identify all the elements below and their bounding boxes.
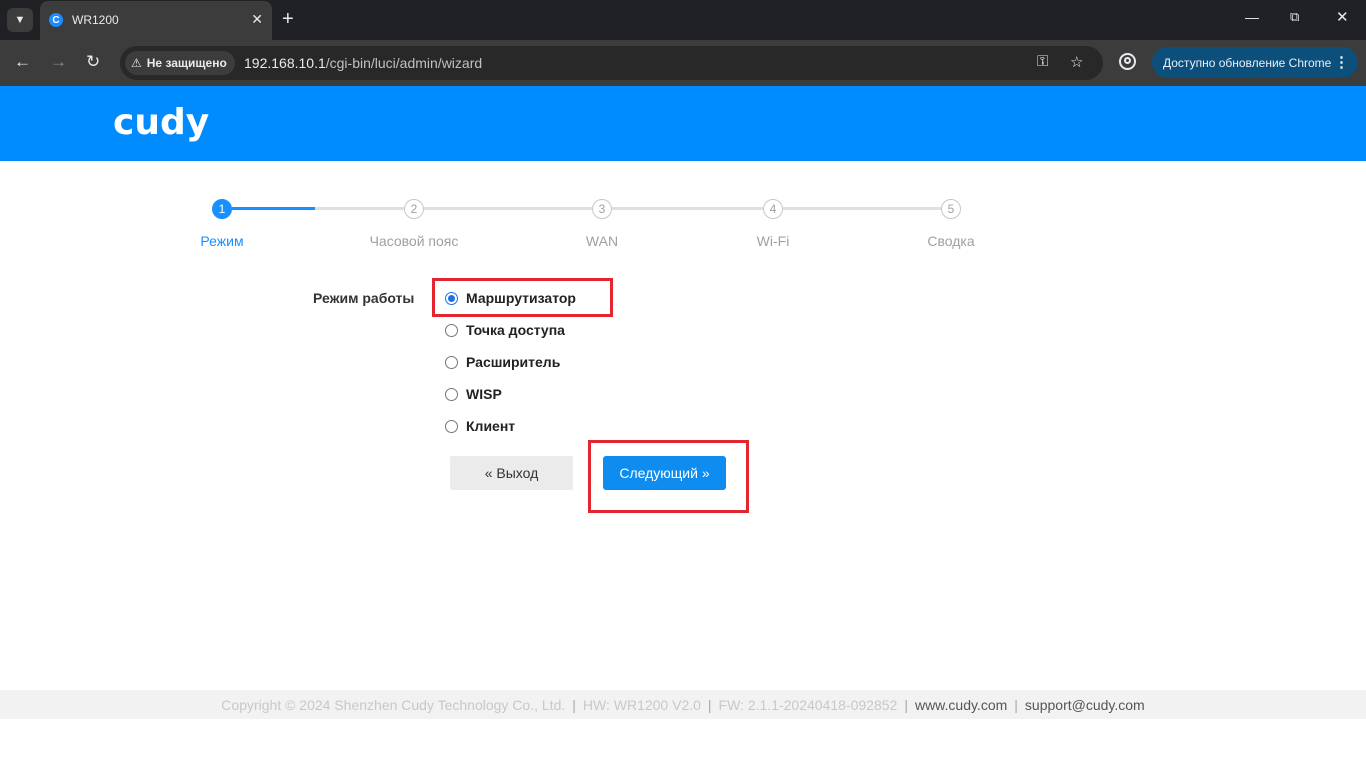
radio-unchecked-icon[interactable] bbox=[445, 387, 458, 401]
wizard-stepper: 1 2 3 4 5 Режим Часовой пояс WAN Wi-Fi С… bbox=[0, 195, 1366, 255]
bookmark-star-icon[interactable]: ☆ bbox=[1070, 53, 1083, 71]
mode-option-label: Расширитель bbox=[466, 354, 561, 370]
cudy-logo: cudy bbox=[113, 102, 210, 143]
url-text[interactable]: 192.168.10.1/cgi-bin/luci/admin/wizard bbox=[244, 55, 482, 71]
mode-option-label: WISP bbox=[466, 386, 502, 402]
minimize-icon[interactable]: — bbox=[1245, 9, 1259, 25]
profile-avatar-icon[interactable] bbox=[1119, 53, 1136, 70]
radio-unchecked-icon[interactable] bbox=[445, 355, 458, 369]
step-line bbox=[424, 207, 592, 210]
firmware-version: FW: 2.1.1-20240418-092852 bbox=[718, 696, 898, 713]
mode-option-wisp[interactable]: WISP bbox=[445, 384, 502, 404]
mode-option-access-point[interactable]: Точка доступа bbox=[445, 320, 565, 340]
copyright-text: Copyright © 2024 Shenzhen Cudy Technolog… bbox=[221, 696, 566, 713]
mode-option-label: Клиент bbox=[466, 418, 516, 434]
operating-mode-label: Режим работы bbox=[313, 290, 415, 306]
page-footer: Copyright © 2024 Shenzhen Cudy Technolog… bbox=[0, 690, 1366, 719]
step-line bbox=[783, 207, 941, 210]
step-1-label: Режим bbox=[200, 233, 244, 249]
close-window-icon[interactable]: ✕ bbox=[1336, 8, 1349, 26]
step-2-circle: 2 bbox=[404, 199, 424, 219]
back-arrow-icon[interactable]: ← bbox=[14, 52, 31, 72]
update-label: Доступно обновление Chrome bbox=[1163, 55, 1332, 70]
security-chip[interactable]: ⚠ Не защищено bbox=[125, 51, 235, 75]
step-3-label: WAN bbox=[585, 233, 619, 249]
hardware-version: HW: WR1200 V2.0 bbox=[582, 696, 701, 713]
step-line bbox=[612, 207, 763, 210]
step-5-circle: 5 bbox=[941, 199, 961, 219]
mode-option-client[interactable]: Клиент bbox=[445, 416, 515, 436]
address-bar[interactable]: ⚠ Не защищено 192.168.10.1/cgi-bin/luci/… bbox=[120, 46, 1103, 80]
mode-option-extender[interactable]: Расширитель bbox=[445, 352, 560, 372]
url-path: /cgi-bin/luci/admin/wizard bbox=[325, 55, 483, 71]
step-1-circle: 1 bbox=[212, 199, 232, 219]
footer-separator: | bbox=[904, 696, 908, 713]
radio-unchecked-icon[interactable] bbox=[445, 323, 458, 337]
step-line bbox=[315, 207, 404, 210]
forward-arrow-icon[interactable]: → bbox=[50, 52, 67, 72]
step-4-circle: 4 bbox=[763, 199, 783, 219]
browser-tab[interactable]: C WR1200 ✕ bbox=[40, 1, 272, 40]
next-button[interactable]: Следующий » bbox=[603, 456, 726, 490]
footer-separator: | bbox=[572, 696, 576, 713]
mode-option-label: Точка доступа bbox=[466, 322, 565, 338]
chrome-update-button[interactable]: Доступно обновление Chrome ⋮ bbox=[1152, 47, 1358, 78]
more-menu-icon[interactable]: ⋮ bbox=[1334, 53, 1349, 71]
website-link[interactable]: www.cudy.com bbox=[915, 697, 1007, 713]
step-4-label: Wi-Fi bbox=[756, 233, 790, 249]
page-header: cudy bbox=[0, 86, 1366, 161]
step-5-label: Сводка bbox=[927, 233, 975, 249]
footer-separator: | bbox=[1014, 696, 1018, 713]
new-tab-plus-icon[interactable]: + bbox=[282, 8, 294, 30]
cudy-favicon-icon: C bbox=[49, 13, 63, 27]
radio-unchecked-icon[interactable] bbox=[445, 419, 458, 433]
password-key-icon[interactable]: ⚿ bbox=[1037, 53, 1048, 70]
step-2-label: Часовой пояс bbox=[369, 233, 459, 249]
tab-title: WR1200 bbox=[72, 13, 119, 27]
reload-icon[interactable]: ↻ bbox=[86, 52, 100, 72]
url-host: 192.168.10.1 bbox=[244, 55, 326, 71]
browser-tab-bar: ▼ C WR1200 ✕ + — ⧉ ✕ bbox=[0, 0, 1366, 40]
step-progress-line bbox=[232, 207, 315, 210]
support-email-link[interactable]: support@cudy.com bbox=[1025, 697, 1145, 713]
router-highlight-box bbox=[432, 278, 613, 317]
tab-search-chevron-icon[interactable]: ▼ bbox=[7, 8, 33, 32]
security-label: Не защищено bbox=[146, 56, 227, 70]
exit-button[interactable]: « Выход bbox=[450, 456, 573, 490]
warning-triangle-icon: ⚠ bbox=[131, 56, 142, 70]
restore-window-icon[interactable]: ⧉ bbox=[1290, 9, 1299, 25]
step-3-circle: 3 bbox=[592, 199, 612, 219]
footer-separator: | bbox=[707, 696, 712, 713]
tab-close-icon[interactable]: ✕ bbox=[251, 11, 263, 28]
